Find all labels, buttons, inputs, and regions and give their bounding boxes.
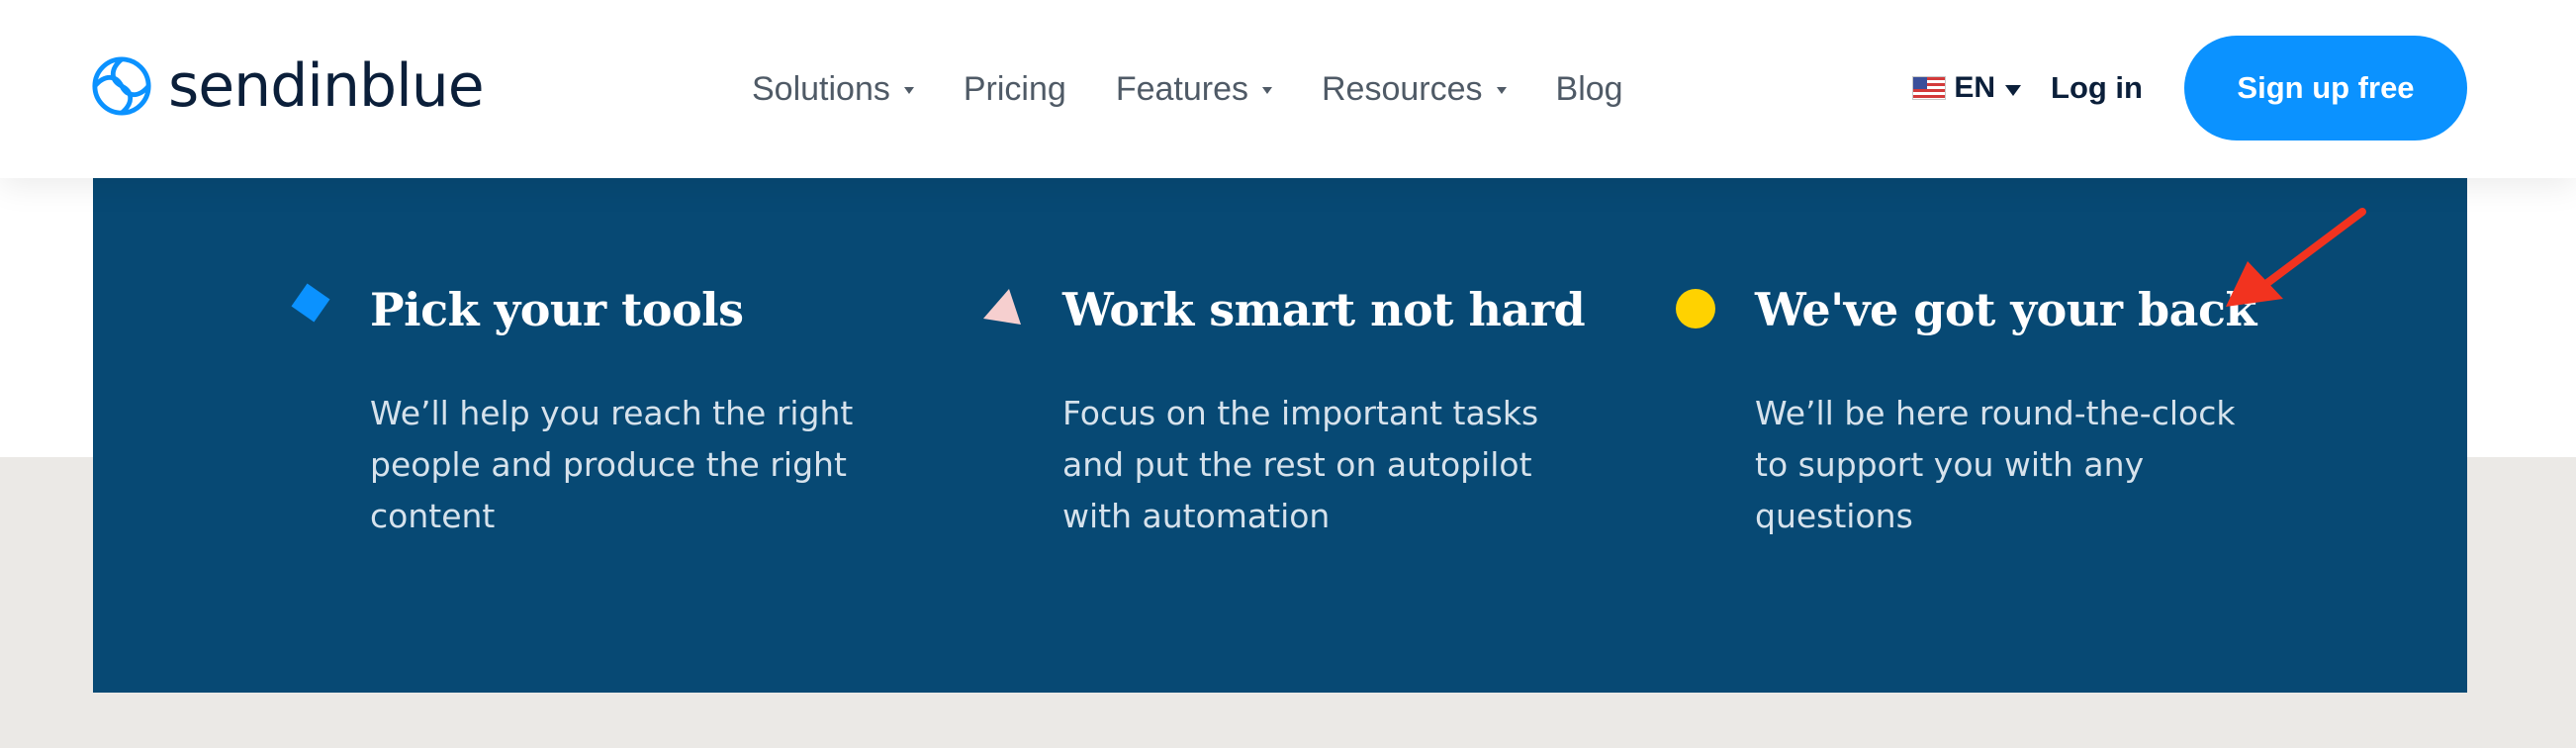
annotation-arrow-icon bbox=[2226, 208, 2366, 307]
feature-title: We've got your back bbox=[1755, 283, 2256, 336]
yellow-circle-icon bbox=[1676, 289, 1715, 328]
brand-logo-link[interactable]: sendinblue bbox=[91, 51, 485, 121]
language-selector[interactable]: EN bbox=[1912, 71, 2022, 105]
nav-item-solutions[interactable]: Solutions bbox=[752, 70, 914, 109]
chevron-down-icon bbox=[903, 86, 914, 94]
header-actions: EN Log in Sign up free bbox=[1912, 36, 2467, 140]
feature-description: Focus on the important tasks and put the… bbox=[1062, 394, 1539, 535]
feature-description: We’ll help you reach the right people an… bbox=[370, 394, 854, 535]
pink-triangle-icon bbox=[983, 289, 1021, 325]
login-link[interactable]: Log in bbox=[2051, 70, 2143, 106]
caret-down-icon bbox=[2005, 84, 2022, 96]
nav-item-label: Pricing bbox=[963, 69, 1066, 108]
feature-description: We’ll be here round-the-clock to support… bbox=[1755, 394, 2236, 535]
chevron-down-icon bbox=[1262, 86, 1272, 94]
feature-title: Work smart not hard bbox=[1062, 283, 1586, 336]
main-navigation: Solutions Pricing Features Resources Blo… bbox=[752, 59, 1673, 119]
nav-item-label: Features bbox=[1115, 69, 1248, 108]
nav-item-features[interactable]: Features bbox=[1116, 70, 1272, 109]
site-header: sendinblue Solutions Pricing Features Re… bbox=[0, 0, 2576, 178]
nav-item-resources[interactable]: Resources bbox=[1322, 70, 1507, 109]
features-panel: Pick your tools We’ll help you reach the… bbox=[93, 178, 2467, 693]
us-flag-icon bbox=[1912, 76, 1947, 100]
nav-item-label: Solutions bbox=[752, 69, 890, 108]
nav-item-pricing[interactable]: Pricing bbox=[964, 70, 1066, 109]
feature-title: Pick your tools bbox=[370, 283, 744, 336]
sendinblue-logo-icon bbox=[92, 56, 151, 116]
blue-diamond-icon bbox=[291, 283, 330, 323]
chevron-down-icon bbox=[1496, 86, 1507, 94]
nav-item-label: Blog bbox=[1555, 69, 1623, 108]
brand-name: sendinblue bbox=[168, 51, 485, 121]
nav-item-blog[interactable]: Blog bbox=[1556, 70, 1623, 109]
signup-button[interactable]: Sign up free bbox=[2184, 36, 2467, 140]
nav-item-label: Resources bbox=[1322, 69, 1483, 108]
language-code: EN bbox=[1954, 71, 1996, 104]
